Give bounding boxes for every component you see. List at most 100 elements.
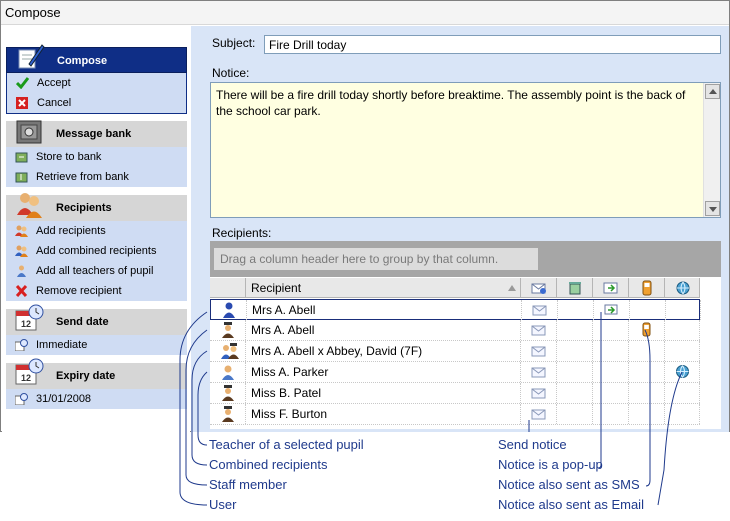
- column-header-popup[interactable]: [593, 278, 629, 298]
- recipient-name: Miss F. Burton: [251, 407, 328, 421]
- sidebar-group-compose[interactable]: Compose: [6, 44, 187, 73]
- row-type-cell: [210, 383, 246, 403]
- email-globe-icon: [676, 281, 690, 295]
- delete-cell[interactable]: [557, 383, 593, 403]
- retrieve-bank-icon: [15, 172, 28, 183]
- add-all-teachers-button[interactable]: Add all teachers of pupil: [6, 261, 187, 281]
- calendar-clock-icon: 12: [15, 358, 44, 385]
- notice-textarea[interactable]: There will be a fire drill today shortly…: [210, 82, 721, 218]
- delete-cell[interactable]: [557, 320, 593, 340]
- recipient-name-cell: Miss A. Parker: [246, 362, 521, 382]
- small-calendar-icon: [15, 393, 28, 405]
- accept-button[interactable]: Accept: [7, 73, 186, 93]
- delete-cell[interactable]: [558, 300, 594, 320]
- recipient-name: Miss A. Parker: [251, 365, 329, 379]
- sidebar-compose-items: Accept Cancel: [6, 73, 187, 114]
- accept-label: Accept: [37, 77, 71, 89]
- remove-recipient-button[interactable]: Remove recipient: [6, 281, 187, 301]
- scroll-up-button[interactable]: [705, 84, 720, 99]
- immediate-option[interactable]: Immediate: [6, 335, 187, 355]
- recipient-row[interactable]: Miss B. Patel: [210, 383, 700, 404]
- recipient-row[interactable]: Mrs A. Abell: [210, 320, 700, 341]
- column-header-delete[interactable]: [557, 278, 593, 298]
- sms-phone-icon: [642, 280, 652, 296]
- send-notice-cell[interactable]: [521, 362, 557, 382]
- group-by-area[interactable]: Drag a column header here to group by th…: [210, 241, 721, 277]
- store-to-bank-button[interactable]: Store to bank: [6, 147, 187, 167]
- annotation-email: Notice also sent as Email: [498, 497, 644, 512]
- notice-scrollbar[interactable]: [703, 83, 720, 217]
- sms-cell[interactable]: [629, 320, 665, 340]
- recipient-row[interactable]: Miss A. Parker: [210, 362, 700, 383]
- add-recipients-button[interactable]: Add recipients: [6, 221, 187, 241]
- user-icon: [222, 302, 236, 321]
- sidebar-group-label: Message bank: [56, 128, 132, 140]
- delete-cell[interactable]: [557, 404, 593, 424]
- send-notice-cell[interactable]: [522, 300, 558, 320]
- popup-cell[interactable]: [594, 300, 630, 320]
- annotation-send-notice: Send notice: [498, 437, 567, 452]
- cancel-button[interactable]: Cancel: [7, 93, 186, 113]
- scroll-down-button[interactable]: [705, 201, 720, 216]
- send-notice-cell[interactable]: [521, 383, 557, 403]
- small-calendar-icon: [15, 339, 28, 351]
- sidebar-group-recipients[interactable]: Recipients: [6, 193, 187, 221]
- send-notice-cell[interactable]: [521, 404, 557, 424]
- column-header-sms[interactable]: [629, 278, 665, 298]
- svg-text:12: 12: [21, 373, 31, 383]
- add-combined-recipients-button[interactable]: Add combined recipients: [6, 241, 187, 261]
- popup-cell[interactable]: [593, 362, 629, 382]
- envelope-icon: [532, 304, 547, 319]
- sidebar-group-send-date[interactable]: 12 Send date: [6, 304, 187, 335]
- subject-input[interactable]: [264, 35, 721, 54]
- subject-label: Subject:: [212, 36, 256, 50]
- email-cell[interactable]: [665, 383, 700, 403]
- envelope-icon: [531, 408, 546, 423]
- popup-cell[interactable]: [593, 383, 629, 403]
- retrieve-from-bank-button[interactable]: Retrieve from bank: [6, 167, 187, 187]
- sms-cell[interactable]: [629, 383, 665, 403]
- email-cell[interactable]: [665, 341, 700, 361]
- annotation-sms: Notice also sent as SMS: [498, 477, 640, 492]
- sms-cell[interactable]: [629, 362, 665, 382]
- column-header-recipient[interactable]: Recipient: [246, 278, 521, 298]
- svg-text:12: 12: [21, 319, 31, 329]
- envelope-icon: [531, 345, 546, 360]
- compose-pen-icon: [18, 44, 45, 69]
- column-header-email[interactable]: [665, 278, 700, 298]
- email-cell[interactable]: [665, 320, 700, 340]
- popup-icon: [603, 282, 618, 294]
- expiry-date-option[interactable]: 31/01/2008: [6, 389, 187, 409]
- recipient-name: Mrs A. Abell x Abbey, David (7F): [251, 344, 423, 358]
- email-cell[interactable]: [665, 404, 700, 424]
- sidebar-group-message-bank[interactable]: Message bank: [6, 120, 187, 147]
- envelope-icon: [531, 366, 546, 381]
- column-header-send[interactable]: [521, 278, 557, 298]
- sidebar-expiry-date-items: 31/01/2008: [6, 389, 187, 409]
- popup-cell[interactable]: [593, 341, 629, 361]
- sidebar-group-expiry-date[interactable]: 12 Expiry date: [6, 358, 187, 389]
- delete-cell[interactable]: [557, 362, 593, 382]
- store-bank-icon: [15, 152, 28, 163]
- immediate-label: Immediate: [36, 339, 88, 351]
- remove-recipient-label: Remove recipient: [36, 285, 122, 297]
- window-title: Compose: [1, 1, 729, 25]
- sms-cell[interactable]: [629, 341, 665, 361]
- add-all-teachers-label: Add all teachers of pupil: [36, 265, 154, 277]
- recipient-name: Mrs A. Abell: [252, 303, 316, 317]
- popup-cell[interactable]: [593, 320, 629, 340]
- send-notice-cell[interactable]: [521, 320, 557, 340]
- send-notice-cell[interactable]: [521, 341, 557, 361]
- email-cell[interactable]: [666, 300, 701, 320]
- delete-cell[interactable]: [557, 341, 593, 361]
- recipient-row[interactable]: Miss F. Burton: [210, 404, 700, 425]
- popup-cell[interactable]: [593, 404, 629, 424]
- sms-cell[interactable]: [629, 404, 665, 424]
- recipient-row[interactable]: Mrs A. Abell: [210, 299, 701, 321]
- sidebar-recipients-items: Add recipients Add combined recipients A…: [6, 221, 187, 301]
- group-by-hint: Drag a column header here to group by th…: [214, 248, 538, 270]
- sms-cell[interactable]: [630, 300, 666, 320]
- recipient-row[interactable]: Mrs A. Abell x Abbey, David (7F): [210, 341, 700, 362]
- email-cell[interactable]: [665, 362, 700, 382]
- annotation-staff-member: Staff member: [209, 477, 287, 492]
